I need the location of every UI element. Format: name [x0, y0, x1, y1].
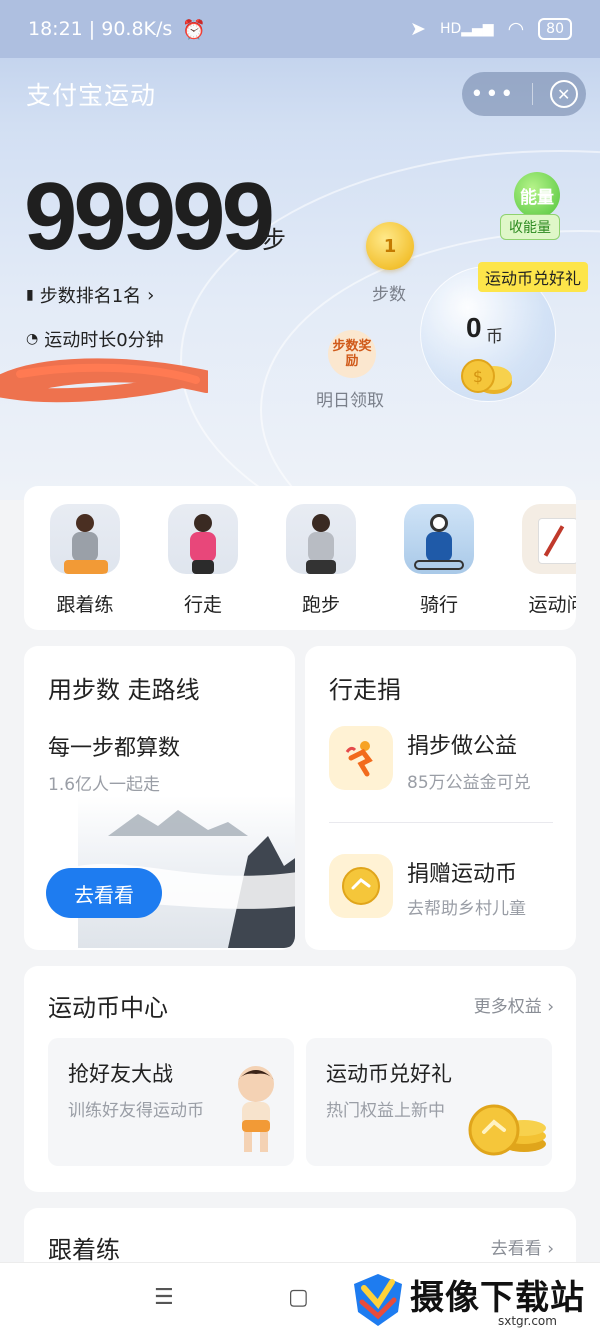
tile-title: 运动币兑好礼	[326, 1062, 452, 1086]
friend-battle-tile[interactable]: 抢好友大战 训练好友得运动币	[48, 1038, 294, 1166]
status-time-speed: 18:21 | 90.8K/s	[28, 18, 173, 40]
avatar	[50, 504, 120, 574]
divider	[329, 822, 553, 823]
avatar	[286, 504, 356, 574]
step-rank-text: 步数排名1名	[39, 286, 142, 307]
category-run[interactable]: 跑步	[276, 504, 366, 617]
chevron-right-icon: ›	[147, 284, 155, 306]
home-icon[interactable]: ▢	[288, 1285, 309, 1310]
donate-coin-title: 捐赠运动币	[407, 862, 518, 887]
page-title: 支付宝运动	[26, 81, 157, 110]
route-card-desc: 1.6亿人一起走	[48, 775, 161, 795]
close-icon[interactable]: ✕	[549, 80, 578, 108]
wifi-icon: ◠	[507, 18, 525, 40]
category-label: 运动问	[528, 594, 576, 616]
child-illustration-icon	[238, 1066, 274, 1152]
donate-coin-item[interactable]: 捐赠运动币 去帮助乡村儿童	[329, 854, 559, 924]
category-label: 行走	[183, 594, 222, 616]
coin-amount: 0	[466, 312, 482, 343]
status-bar: 18:21 | 90.8K/s ⏰ ➤ HD▂▄▆ ◠ 80	[0, 0, 600, 58]
location-icon: ➤	[410, 18, 426, 40]
duration-text: 运动时长0分钟	[44, 330, 164, 351]
step-rank-link[interactable]: ▮ 步数排名1名 ›	[26, 282, 154, 308]
coin-stack-icon: $	[461, 359, 512, 394]
tile-desc: 训练好友得运动币	[68, 1101, 204, 1121]
coin-gift-tile[interactable]: 运动币兑好礼 热门权益上新中	[306, 1038, 552, 1166]
energy-badge[interactable]: 能量	[514, 172, 560, 218]
coin-stack-icon	[468, 1104, 546, 1156]
duration-row: ◔ 运动时长0分钟	[26, 326, 164, 352]
category-qa[interactable]: 运动问	[512, 504, 576, 617]
collect-energy-label[interactable]: 收能量	[500, 214, 560, 240]
clock-icon: ◔	[26, 331, 39, 347]
avatar	[168, 504, 238, 574]
step-reward-badge[interactable]: 步数奖励	[328, 330, 376, 378]
watermark-url: sxtgr.com	[498, 1314, 557, 1328]
step-coin-label: 步数	[372, 285, 406, 305]
alarm-icon: ⏰	[182, 18, 206, 41]
category-ride[interactable]: 骑行	[394, 504, 484, 617]
donate-steps-item[interactable]: 捐步做公益 85万公益金可兑	[329, 726, 559, 796]
category-label: 骑行	[419, 594, 458, 616]
route-go-button[interactable]: 去看看	[46, 868, 162, 918]
runner-icon	[329, 726, 393, 790]
donate-steps-desc: 85万公益金可兑	[407, 773, 531, 793]
watermark-text: 摄像下载站	[410, 1278, 585, 1318]
menu-icon[interactable]: ☰	[154, 1285, 174, 1310]
category-follow[interactable]: 跟着练	[40, 504, 130, 617]
battery-icon: 80	[538, 18, 572, 40]
tile-desc: 热门权益上新中	[326, 1101, 445, 1121]
category-walk[interactable]: 行走	[158, 504, 248, 617]
step-coin-icon[interactable]: 1	[366, 222, 414, 270]
avatar	[522, 504, 576, 574]
coin-center-card: 运动币中心 更多权益 › 抢好友大战 训练好友得运动币 运动币兑好礼 热门权益上…	[24, 966, 576, 1192]
follow-section-title: 跟着练	[48, 1236, 120, 1264]
avatar	[404, 504, 474, 574]
step-count: 99999	[24, 163, 275, 270]
donate-coin-desc: 去帮助乡村儿童	[407, 899, 526, 919]
reward-label: 明日领取	[316, 391, 384, 411]
svg-text:$: $	[473, 367, 483, 386]
mini-program-capsule: ••• ✕	[462, 72, 586, 116]
coin-icon	[329, 854, 393, 918]
watermark-logo-icon	[354, 1274, 402, 1326]
coin-center-more-link[interactable]: 更多权益 ›	[474, 992, 554, 1017]
category-card: 跟着练 行走 跑步 骑行 运动问	[24, 486, 576, 630]
donate-card: 行走捐 捐步做公益 85万公益金可兑 捐赠运动币 去帮助乡村儿童	[305, 646, 576, 950]
redaction-scribble	[0, 358, 208, 403]
tile-title: 抢好友大战	[68, 1062, 173, 1086]
category-label: 跑步	[301, 594, 340, 616]
bar-chart-icon: ▮	[26, 287, 34, 303]
donate-card-title: 行走捐	[329, 676, 401, 704]
step-unit: 步	[262, 226, 286, 254]
follow-section-more-link[interactable]: 去看看 ›	[491, 1234, 554, 1259]
route-card-title: 用步数 走路线	[48, 676, 200, 704]
exchange-gift-tag[interactable]: 运动币兑好礼	[478, 262, 589, 292]
route-card-subtitle: 每一步都算数	[48, 736, 181, 761]
route-card[interactable]: 用步数 走路线 每一步都算数 1.6亿人一起走 去看看	[24, 646, 295, 950]
donate-steps-title: 捐步做公益	[407, 734, 518, 759]
coin-center-title: 运动币中心	[48, 994, 168, 1022]
coin-unit: 币	[486, 327, 503, 347]
category-label: 跟着练	[56, 594, 114, 616]
more-icon[interactable]: •••	[470, 82, 515, 107]
signal-icon: HD▂▄▆	[439, 21, 494, 37]
capsule-divider	[531, 83, 533, 105]
